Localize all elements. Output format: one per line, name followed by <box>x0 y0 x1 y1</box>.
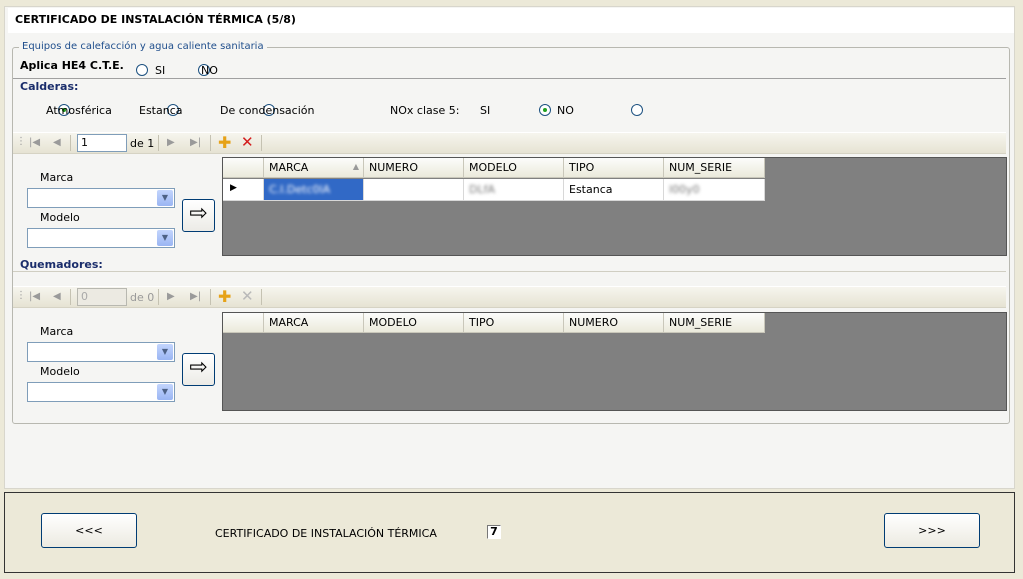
cell-tipo[interactable]: Estanca <box>564 179 664 201</box>
add-caldera-button[interactable]: ⇨ <box>182 199 215 232</box>
toolbar-grip[interactable]: ⋮ <box>16 290 26 301</box>
toolbar-separator <box>158 289 159 305</box>
delete-icon[interactable]: ✕ <box>241 135 254 150</box>
groupbox-legend: Equipos de calefacción y agua caliente s… <box>19 41 267 52</box>
previous-button[interactable]: <<< <box>41 513 137 548</box>
move-last-icon[interactable]: ▶| <box>190 137 201 148</box>
quemadores-modelo-combo[interactable]: ▼ <box>27 382 175 402</box>
row-header-corner <box>223 313 264 333</box>
chevron-down-icon[interactable]: ▼ <box>157 344 173 360</box>
delete-icon[interactable]: ✕ <box>241 289 254 304</box>
column-header-tipo[interactable]: TIPO <box>564 158 664 178</box>
nox-label: NOx clase 5: <box>390 104 460 117</box>
page-title: CERTIFICADO DE INSTALACIÓN TÉRMICA (5/8) <box>15 13 296 26</box>
move-next-icon[interactable]: ▶ <box>167 137 175 148</box>
position-input[interactable]: 0 <box>77 288 127 306</box>
tipo-estanca-label: Estanca <box>139 104 183 117</box>
column-header-num-serie[interactable]: NUM_SERIE <box>664 158 765 178</box>
cell-modelo[interactable]: DLfA <box>464 179 564 201</box>
quemadores-marca-label: Marca <box>40 325 74 338</box>
footer-title: CERTIFICADO DE INSTALACIÓN TÉRMICA <box>215 527 437 540</box>
add-quemador-button[interactable]: ⇨ <box>182 353 215 386</box>
cell-num-serie[interactable]: l00y0 <box>664 179 765 201</box>
count-label: de 1 <box>130 137 155 150</box>
calderas-label: Calderas: <box>20 80 79 93</box>
chevron-down-icon[interactable]: ▼ <box>157 190 173 206</box>
calderas-navigator <box>13 132 1006 154</box>
calderas-modelo-label: Modelo <box>40 211 80 224</box>
divider <box>13 271 1006 272</box>
toolbar-separator <box>210 289 211 305</box>
column-header-numero[interactable]: NUMERO <box>564 313 664 333</box>
column-header-marca[interactable]: MARCA <box>264 313 364 333</box>
nox-no-label: NO <box>557 104 574 117</box>
count-label: de 0 <box>130 291 155 304</box>
arrow-right-icon: ⇨ <box>189 201 208 226</box>
arrow-right-icon: ⇨ <box>189 355 208 380</box>
move-next-icon[interactable]: ▶ <box>167 291 175 302</box>
column-header-num-serie[interactable]: NUM_SERIE <box>664 313 765 333</box>
toolbar-separator <box>210 135 211 151</box>
position-input[interactable]: 1 <box>77 134 127 152</box>
column-header-marca[interactable]: MARCA ▲ <box>264 158 364 178</box>
tipo-condensacion-label: De condensación <box>220 104 315 117</box>
next-button[interactable]: >>> <box>884 513 980 548</box>
move-previous-icon[interactable]: ◀ <box>53 291 61 302</box>
move-previous-icon[interactable]: ◀ <box>53 137 61 148</box>
cell-numero[interactable] <box>364 179 464 201</box>
add-new-icon[interactable]: ✚ <box>218 289 231 305</box>
quemadores-grid[interactable]: MARCA MODELO TIPO NUMERO NUM_SERIE <box>222 312 1007 411</box>
page-number-badge: 7 <box>487 525 501 539</box>
column-header-modelo[interactable]: MODELO <box>364 313 464 333</box>
row-header-corner <box>223 158 264 178</box>
he4-label: Aplica HE4 C.T.E. <box>20 59 124 72</box>
calderas-marca-combo[interactable]: ▼ <box>27 188 175 208</box>
cell-marca[interactable]: C.I.Detc0lA <box>264 179 364 201</box>
chevron-down-icon[interactable]: ▼ <box>157 384 173 400</box>
calderas-modelo-combo[interactable]: ▼ <box>27 228 175 248</box>
toolbar-separator <box>70 135 71 151</box>
calderas-marca-label: Marca <box>40 171 74 184</box>
move-last-icon[interactable]: ▶| <box>190 291 201 302</box>
chevron-down-icon[interactable]: ▼ <box>157 230 173 246</box>
nox-no-radio[interactable] <box>631 104 643 116</box>
divider <box>13 78 1006 79</box>
sort-ascending-icon: ▲ <box>352 162 359 171</box>
toolbar-separator <box>261 135 262 151</box>
calderas-grid[interactable]: MARCA ▲ NUMERO MODELO TIPO NUM_SERIE ▶ C.… <box>222 157 1007 256</box>
nox-si-radio[interactable] <box>538 104 551 116</box>
toolbar-separator <box>158 135 159 151</box>
column-header-modelo[interactable]: MODELO <box>464 158 564 178</box>
quemadores-marca-combo[interactable]: ▼ <box>27 342 175 362</box>
row-header-current[interactable]: ▶ <box>223 179 264 201</box>
footer-panel <box>4 492 1015 573</box>
quemadores-label: Quemadores: <box>20 258 103 271</box>
column-header-tipo[interactable]: TIPO <box>464 313 564 333</box>
column-header-numero[interactable]: NUMERO <box>364 158 464 178</box>
he4-no-label: NO <box>201 64 218 77</box>
toolbar-separator <box>70 289 71 305</box>
he4-si-label: SI <box>155 64 166 77</box>
he4-si-radio[interactable] <box>136 64 148 76</box>
quemadores-modelo-label: Modelo <box>40 365 80 378</box>
quemadores-navigator <box>13 286 1006 308</box>
current-row-icon: ▶ <box>230 183 237 193</box>
move-first-icon[interactable]: |◀ <box>29 291 40 302</box>
add-new-icon[interactable]: ✚ <box>218 135 231 151</box>
tipo-atmosferica-label: Atmosférica <box>46 104 112 117</box>
nox-si-label: SI <box>480 104 491 117</box>
toolbar-separator <box>261 289 262 305</box>
move-first-icon[interactable]: |◀ <box>29 137 40 148</box>
toolbar-grip[interactable]: ⋮ <box>16 136 26 147</box>
